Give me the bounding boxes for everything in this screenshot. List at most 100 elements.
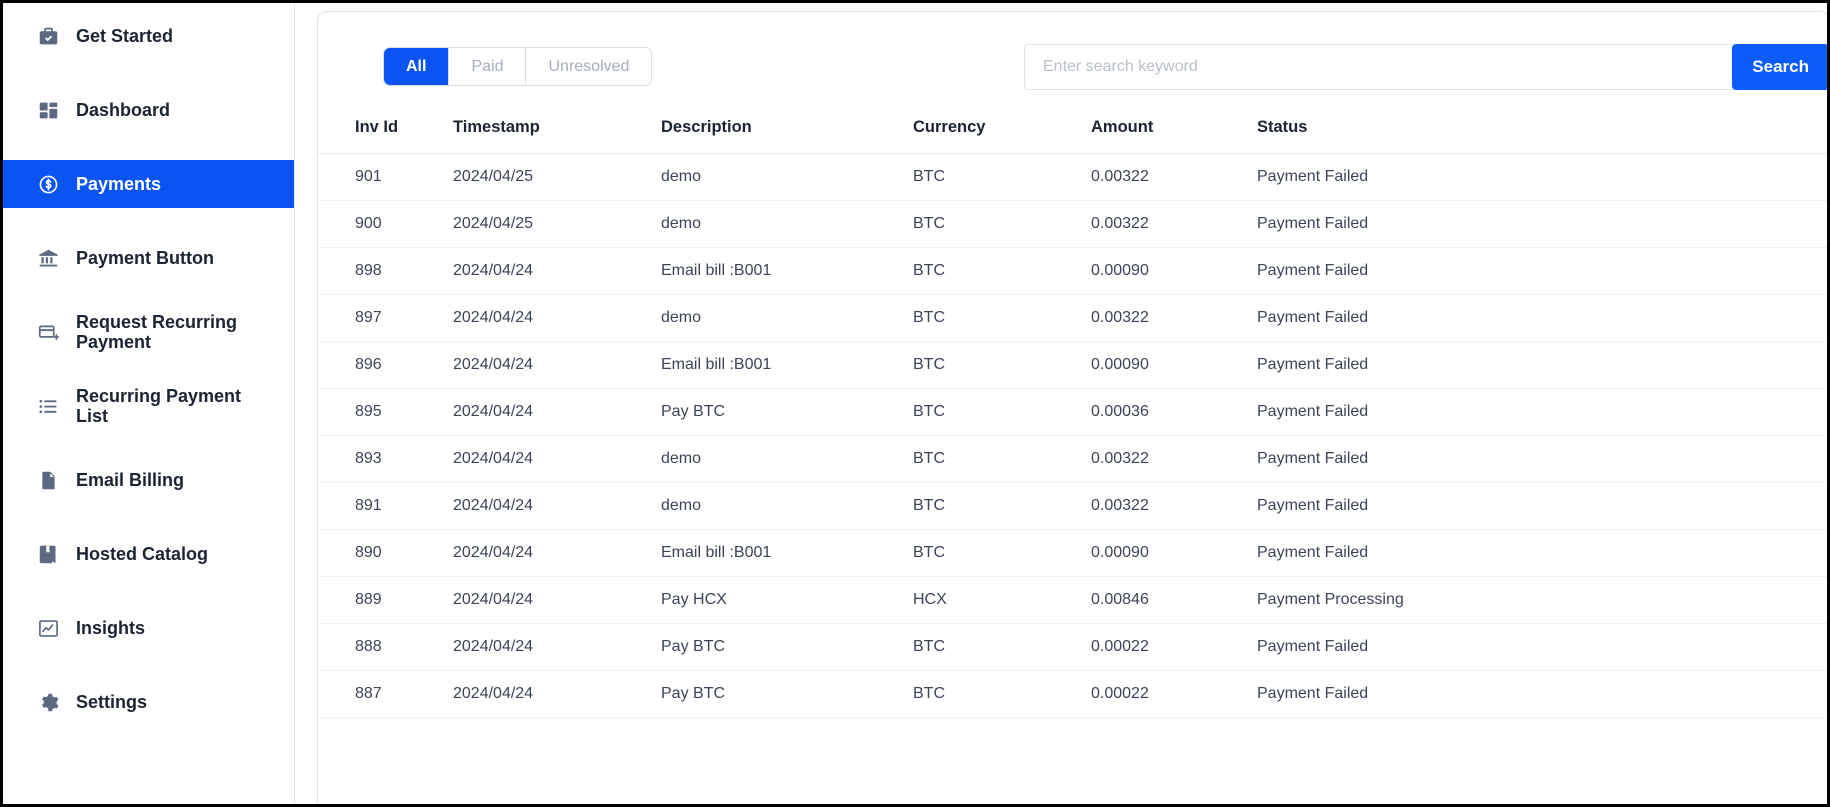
table-row[interactable]: 8972024/04/24demoBTC0.00322Payment Faile… — [318, 295, 1827, 342]
column-header-currency: Currency — [913, 104, 1091, 154]
sidebar-item-label: Recurring Payment List — [76, 386, 241, 426]
sidebar-item-email-billing[interactable]: Email Billing — [3, 456, 294, 504]
status-badge: Payment Failed — [1257, 154, 1827, 201]
filter-tab-unresolved[interactable]: Unresolved — [525, 48, 651, 85]
list-icon — [36, 394, 60, 418]
table-row[interactable]: 9002024/04/25demoBTC0.00322Payment Faile… — [318, 201, 1827, 248]
sidebar-item-hosted-catalog[interactable]: Hosted Catalog — [3, 530, 294, 578]
chart-line-icon — [36, 616, 60, 640]
cell-description: Email bill :B001 — [661, 530, 913, 577]
cell-description: demo — [661, 201, 913, 248]
sidebar-item-request-recurring-payment[interactable]: Request Recurring Payment — [3, 308, 294, 356]
cell-description: Pay BTC — [661, 671, 913, 718]
search-input[interactable] — [1024, 44, 1732, 90]
document-icon — [36, 468, 60, 492]
status-badge: Payment Failed — [1257, 201, 1827, 248]
cell-timestamp: 2024/04/24 — [453, 671, 661, 718]
column-header-inv-id: Inv Id — [318, 104, 453, 154]
table-row[interactable]: 8882024/04/24Pay BTCBTC0.00022Payment Fa… — [318, 624, 1827, 671]
dashboard-grid-icon — [36, 98, 60, 122]
sidebar-item-payments[interactable]: Payments — [3, 160, 294, 208]
table-row[interactable]: 8912024/04/24demoBTC0.00322Payment Faile… — [318, 483, 1827, 530]
status-badge: Payment Failed — [1257, 671, 1827, 718]
cell-timestamp: 2024/04/24 — [453, 295, 661, 342]
cell-description: demo — [661, 295, 913, 342]
cell-inv-id: 889 — [318, 577, 453, 624]
cell-timestamp: 2024/04/24 — [453, 624, 661, 671]
search-button[interactable]: Search — [1732, 44, 1827, 90]
sidebar-item-dashboard[interactable]: Dashboard — [3, 86, 294, 134]
cell-currency: BTC — [913, 483, 1091, 530]
cell-currency: BTC — [913, 248, 1091, 295]
book-bookmark-icon — [36, 542, 60, 566]
cell-inv-id: 900 — [318, 201, 453, 248]
cell-currency: HCX — [913, 577, 1091, 624]
table-head: Inv IdTimestampDescriptionCurrencyAmount… — [318, 104, 1827, 154]
cell-description: Email bill :B001 — [661, 248, 913, 295]
cell-timestamp: 2024/04/25 — [453, 201, 661, 248]
column-header-status: Status — [1257, 104, 1827, 154]
sidebar-item-get-started[interactable]: Get Started — [3, 12, 294, 60]
cell-currency: BTC — [913, 671, 1091, 718]
filter-tab-all[interactable]: All — [384, 48, 448, 85]
cell-amount: 0.00322 — [1091, 436, 1257, 483]
cell-inv-id: 887 — [318, 671, 453, 718]
table-row[interactable]: 8892024/04/24Pay HCXHCX0.00846Payment Pr… — [318, 577, 1827, 624]
table-row[interactable]: 8902024/04/24Email bill :B001BTC0.00090P… — [318, 530, 1827, 577]
cell-description: Email bill :B001 — [661, 342, 913, 389]
cell-timestamp: 2024/04/25 — [453, 154, 661, 201]
sidebar-item-settings[interactable]: Settings — [3, 678, 294, 726]
cell-description: Pay HCX — [661, 577, 913, 624]
main-content: AllPaidUnresolved Search Inv IdTimestamp — [295, 3, 1827, 804]
sidebar-item-payment-button[interactable]: Payment Button — [3, 234, 294, 282]
cell-amount: 0.00090 — [1091, 530, 1257, 577]
cell-amount: 0.00322 — [1091, 295, 1257, 342]
table-row[interactable]: 8872024/04/24Pay BTCBTC0.00022Payment Fa… — [318, 671, 1827, 718]
cell-timestamp: 2024/04/24 — [453, 342, 661, 389]
table-row[interactable]: 8962024/04/24Email bill :B001BTC0.00090P… — [318, 342, 1827, 389]
search-area: Search — [1024, 44, 1827, 90]
column-header-amount: Amount — [1091, 104, 1257, 154]
bank-icon — [36, 246, 60, 270]
table-body: 9012024/04/25demoBTC0.00322Payment Faile… — [318, 154, 1827, 718]
cell-description: demo — [661, 483, 913, 530]
cell-currency: BTC — [913, 624, 1091, 671]
sidebar-item-recurring-payment-list[interactable]: Recurring Payment List — [3, 382, 294, 430]
filter-tab-paid[interactable]: Paid — [448, 48, 525, 85]
cell-timestamp: 2024/04/24 — [453, 577, 661, 624]
gear-icon — [36, 690, 60, 714]
column-header-description: Description — [661, 104, 913, 154]
briefcase-check-icon — [36, 24, 60, 48]
cell-amount: 0.00022 — [1091, 624, 1257, 671]
cell-timestamp: 2024/04/24 — [453, 389, 661, 436]
table-row[interactable]: 9012024/04/25demoBTC0.00322Payment Faile… — [318, 154, 1827, 201]
cell-timestamp: 2024/04/24 — [453, 248, 661, 295]
cell-amount: 0.00322 — [1091, 154, 1257, 201]
sidebar-item-label: Payments — [76, 174, 161, 194]
cell-description: demo — [661, 154, 913, 201]
sidebar-item-label: Request Recurring Payment — [76, 312, 237, 352]
payments-card: AllPaidUnresolved Search Inv IdTimestamp — [317, 11, 1827, 804]
cell-currency: BTC — [913, 389, 1091, 436]
table-row[interactable]: 8982024/04/24Email bill :B001BTC0.00090P… — [318, 248, 1827, 295]
cell-currency: BTC — [913, 436, 1091, 483]
cell-currency: BTC — [913, 201, 1091, 248]
sidebar-item-label: Dashboard — [76, 100, 170, 120]
sidebar-item-insights[interactable]: Insights — [3, 604, 294, 652]
cell-inv-id: 901 — [318, 154, 453, 201]
cell-amount: 0.00036 — [1091, 389, 1257, 436]
cell-description: Pay BTC — [661, 624, 913, 671]
cell-description: Pay BTC — [661, 389, 913, 436]
payments-toolbar: AllPaidUnresolved Search — [318, 12, 1827, 104]
cell-amount: 0.00322 — [1091, 483, 1257, 530]
table-row[interactable]: 8952024/04/24Pay BTCBTC0.00036Payment Fa… — [318, 389, 1827, 436]
cell-amount: 0.00322 — [1091, 201, 1257, 248]
status-badge: Payment Failed — [1257, 342, 1827, 389]
cell-amount: 0.00090 — [1091, 248, 1257, 295]
screenshot-viewport: Get Started Dashboard Payments Payment Butt… — [0, 0, 1830, 807]
payments-app: Get Started Dashboard Payments Payment Butt… — [3, 3, 1827, 804]
cell-currency: BTC — [913, 154, 1091, 201]
table-row[interactable]: 8932024/04/24demoBTC0.00322Payment Faile… — [318, 436, 1827, 483]
cell-amount: 0.00090 — [1091, 342, 1257, 389]
cell-inv-id: 890 — [318, 530, 453, 577]
